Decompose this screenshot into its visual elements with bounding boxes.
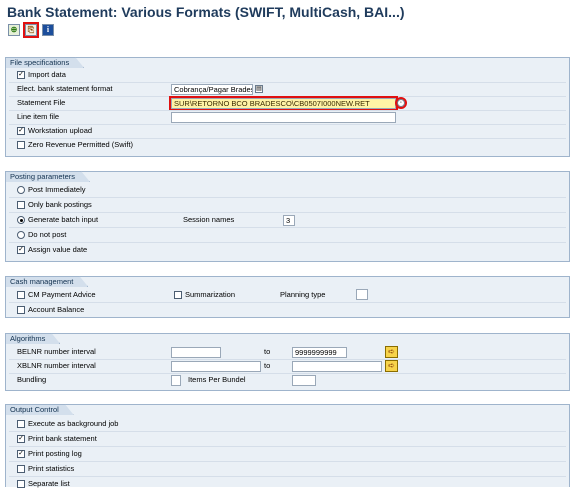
xblnr-to-field[interactable] xyxy=(292,361,382,372)
divider xyxy=(9,227,566,228)
divider xyxy=(9,476,566,477)
generate-batch-radio[interactable] xyxy=(17,216,25,224)
group-header: Posting parameters xyxy=(5,171,90,182)
divider xyxy=(9,302,566,303)
output-control-group: Output Control Execute as background job… xyxy=(5,404,570,488)
account-balance-checkbox[interactable] xyxy=(17,306,25,314)
items-per-bundel-field[interactable] xyxy=(292,375,316,386)
bundling-field[interactable] xyxy=(171,375,181,386)
assign-value-date-label: Assign value date xyxy=(28,245,88,254)
bank-format-label: Elect. bank statement format xyxy=(17,84,113,93)
multiple-selection-button[interactable]: ➪ xyxy=(385,346,398,358)
execute-button[interactable]: ⊕ xyxy=(8,24,20,36)
divider xyxy=(9,197,566,198)
xblnr-from-field[interactable] xyxy=(171,361,261,372)
print-posting-log-checkbox[interactable]: ✓ xyxy=(17,450,25,458)
page-title: Bank Statement: Various Formats (SWIFT, … xyxy=(7,4,405,20)
posting-parameters-group: Posting parameters Post Immediately Only… xyxy=(5,171,570,262)
statement-file-label: Statement File xyxy=(17,98,66,107)
divider xyxy=(9,431,566,432)
cm-payment-advice-checkbox[interactable] xyxy=(17,291,25,299)
only-bank-postings-checkbox[interactable] xyxy=(17,201,25,209)
print-statistics-label: Print statistics xyxy=(28,464,75,473)
print-posting-log-label: Print posting log xyxy=(28,449,82,458)
divider xyxy=(9,110,566,111)
divider xyxy=(9,96,566,97)
group-header: Output Control xyxy=(5,404,74,415)
execute-icon: ⊕ xyxy=(10,25,18,34)
divider xyxy=(9,124,566,125)
value-help-icon[interactable]: ▤ xyxy=(255,85,263,93)
info-button[interactable]: i xyxy=(42,24,54,36)
belnr-from-field[interactable] xyxy=(171,347,221,358)
only-bank-postings-label: Only bank postings xyxy=(28,200,92,209)
belnr-label: BELNR number interval xyxy=(17,347,96,356)
background-job-label: Execute as background job xyxy=(28,419,119,428)
info-icon: i xyxy=(46,25,50,34)
planning-type-label: Planning type xyxy=(280,290,326,299)
summarization-checkbox[interactable] xyxy=(174,291,182,299)
generate-batch-label: Generate batch input xyxy=(28,215,99,224)
background-job-checkbox[interactable] xyxy=(17,420,25,428)
arrow-right-icon: ➪ xyxy=(388,361,395,370)
file-specifications-group: File specifications ✓ Import data Elect.… xyxy=(5,57,570,157)
session-names-field[interactable]: 3 xyxy=(283,215,295,226)
assign-value-date-checkbox[interactable]: ✓ xyxy=(17,246,25,254)
divider xyxy=(9,373,566,374)
group-header: Cash management xyxy=(5,276,88,287)
group-header: Algorithms xyxy=(5,333,60,344)
separate-list-label: Separate list xyxy=(28,479,70,488)
cm-payment-advice-label: CM Payment Advice xyxy=(28,290,96,299)
variant-icon: ⎘ xyxy=(27,25,35,34)
import-data-label: Import data xyxy=(28,70,66,79)
get-variant-button[interactable]: ⎘ xyxy=(23,22,39,38)
post-immediately-radio[interactable] xyxy=(17,186,25,194)
items-per-bundel-label: Items Per Bundel xyxy=(188,375,246,384)
xblnr-to-label: to xyxy=(264,361,271,370)
bank-format-field[interactable]: Cobrança/Pagar Bradesco - Brazil xyxy=(171,84,253,95)
print-statistics-checkbox[interactable] xyxy=(17,465,25,473)
workstation-upload-checkbox[interactable]: ✓ xyxy=(17,127,25,135)
workstation-upload-label: Workstation upload xyxy=(28,126,93,135)
belnr-to-label: to xyxy=(264,347,271,356)
statement-file-field[interactable]: SUR\RETORNO BCO BRADESCO\CB0507I000NEW.R… xyxy=(169,96,398,111)
belnr-to-field[interactable]: 9999999999 xyxy=(292,347,347,358)
summarization-label: Summarization xyxy=(185,290,236,299)
print-bank-statement-label: Print bank statement xyxy=(28,434,97,443)
algorithms-group: Algorithms BELNR number interval to 9999… xyxy=(5,333,570,391)
divider xyxy=(9,242,566,243)
planning-type-field[interactable] xyxy=(356,289,368,300)
account-balance-label: Account Balance xyxy=(28,305,85,314)
bundling-label: Bundling xyxy=(17,375,47,384)
import-data-checkbox[interactable]: ✓ xyxy=(17,71,25,79)
cash-management-group: Cash management CM Payment Advice Summar… xyxy=(5,276,570,318)
print-bank-statement-checkbox[interactable]: ✓ xyxy=(17,435,25,443)
file-browse-icon[interactable]: ◦ xyxy=(395,97,407,109)
line-item-file-field[interactable] xyxy=(171,112,396,123)
divider xyxy=(9,461,566,462)
line-item-file-label: Line item file xyxy=(17,112,60,121)
group-header: File specifications xyxy=(5,57,84,68)
post-immediately-label: Post Immediately xyxy=(28,185,86,194)
zero-revenue-label: Zero Revenue Permitted (Swift) xyxy=(28,140,134,149)
arrow-right-icon: ➪ xyxy=(388,347,395,356)
xblnr-label: XBLNR number interval xyxy=(17,361,96,370)
divider xyxy=(9,212,566,213)
do-not-post-radio[interactable] xyxy=(17,231,25,239)
session-names-label: Session names xyxy=(183,215,235,224)
multiple-selection-button[interactable]: ➪ xyxy=(385,360,398,372)
zero-revenue-checkbox[interactable] xyxy=(17,141,25,149)
do-not-post-label: Do not post xyxy=(28,230,67,239)
divider xyxy=(9,446,566,447)
